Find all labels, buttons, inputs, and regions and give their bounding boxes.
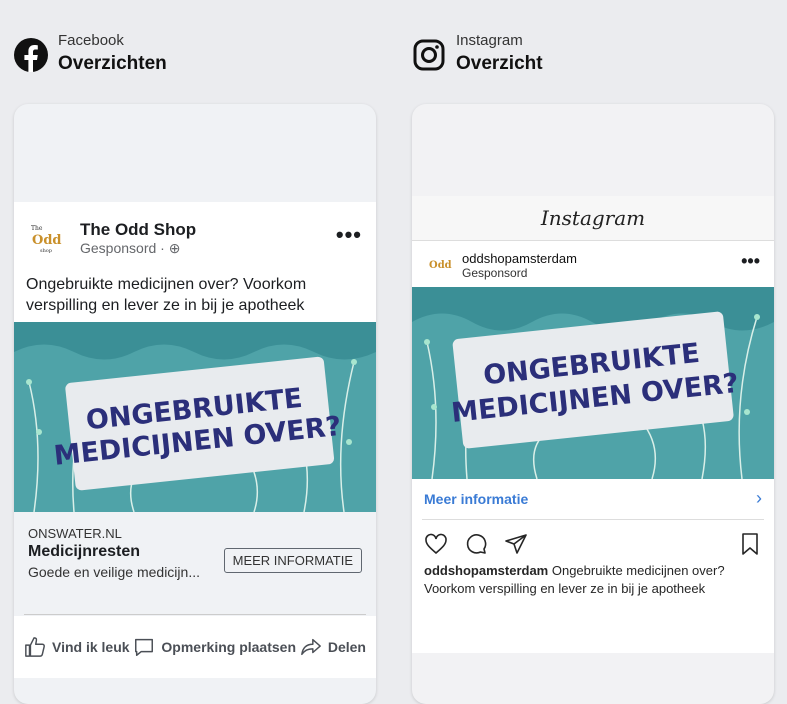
username[interactable]: oddshopamsterdam [462, 251, 577, 266]
primary-text: Ongebruikte medicijnen over? Voorkom ver… [26, 276, 307, 314]
page-avatar: The Odd shop [28, 220, 62, 254]
svg-text:The: The [31, 225, 43, 232]
share-button[interactable]: Delen [300, 636, 366, 658]
facebook-logo-icon [14, 38, 48, 72]
more-options-icon[interactable]: ••• [741, 251, 760, 272]
instagram-logo-icon [413, 39, 445, 71]
chevron-right-icon: › [756, 488, 762, 508]
facebook-preview: The Odd shop The Odd Shop Gesponsord · ⊕… [14, 104, 376, 704]
instagram-preview: Instagram Odd oddshopamsterdam Gesponsor… [412, 104, 774, 704]
comment-icon [135, 638, 154, 656]
link-description: Goede en veilige medicijn... [28, 564, 200, 580]
section-title: Overzichten [58, 53, 167, 74]
share-icon [300, 638, 321, 656]
heart-icon[interactable] [424, 532, 448, 556]
post-header: The Odd shop The Odd Shop Gesponsord · ⊕… [14, 202, 376, 264]
platform-name: Instagram [456, 32, 523, 49]
page-name[interactable]: The Odd Shop [80, 220, 196, 240]
post-actions: Vind ik leuk Opmerking plaatsen Delen [14, 616, 376, 678]
globe-icon: ⊕ [168, 240, 181, 256]
divider [24, 614, 366, 615]
profile-avatar: Odd [426, 251, 452, 277]
facebook-header: Facebook Overzichten [14, 30, 167, 76]
like-label: Vind ik leuk [52, 639, 130, 655]
facebook-ad-post: The Odd shop The Odd Shop Gesponsord · ⊕… [14, 202, 376, 596]
instagram-wordmark: Instagram [540, 206, 646, 230]
ad-image[interactable]: ONGEBRUIKTE MEDICIJNEN OVER? [412, 287, 774, 479]
link-headline: Medicijnresten [28, 543, 141, 560]
post-caption: oddshopamsterdam Ongebruikte medicijnen … [412, 562, 774, 598]
link-domain: ONSWATER.NL [28, 526, 122, 541]
svg-text:Odd: Odd [32, 233, 62, 248]
more-info-button[interactable]: MEER INFORMATIE [223, 548, 362, 573]
sponsored-label: Gesponsord [462, 266, 528, 280]
post-actions [412, 520, 774, 562]
send-icon[interactable] [504, 532, 528, 556]
svg-text:shop: shop [40, 248, 52, 254]
share-label: Delen [327, 639, 366, 655]
post-header: Odd oddshopamsterdam Gesponsord ••• [412, 241, 774, 287]
comment-button[interactable]: Opmerking plaatsen [133, 636, 296, 658]
comment-label: Opmerking plaatsen [161, 639, 296, 655]
caption-username[interactable]: oddshopamsterdam [424, 563, 548, 578]
sponsored-label: Gesponsord · ⊕ [80, 240, 181, 256]
comment-icon[interactable] [464, 532, 488, 556]
more-info-link[interactable]: Meer informatie › [422, 479, 764, 520]
more-options-icon[interactable]: ••• [336, 222, 362, 248]
ad-image[interactable]: ONGEBRUIKTE MEDICIJNEN OVER? [14, 322, 376, 512]
platform-name: Facebook [58, 32, 124, 49]
section-title: Overzicht [456, 53, 543, 74]
thumbs-up-icon [25, 637, 45, 657]
like-button[interactable]: Vind ik leuk [24, 636, 130, 658]
instagram-ad-post: Odd oddshopamsterdam Gesponsord ••• ONGE… [412, 241, 774, 653]
more-info-label: Meer informatie [424, 491, 529, 507]
instagram-app-bar: Instagram [412, 196, 774, 241]
instagram-header: Instagram Overzicht [412, 30, 543, 76]
svg-text:Odd: Odd [429, 260, 452, 271]
link-preview[interactable]: ONSWATER.NL Medicijnresten Goede en veil… [14, 512, 376, 596]
bookmark-icon[interactable] [738, 532, 762, 556]
